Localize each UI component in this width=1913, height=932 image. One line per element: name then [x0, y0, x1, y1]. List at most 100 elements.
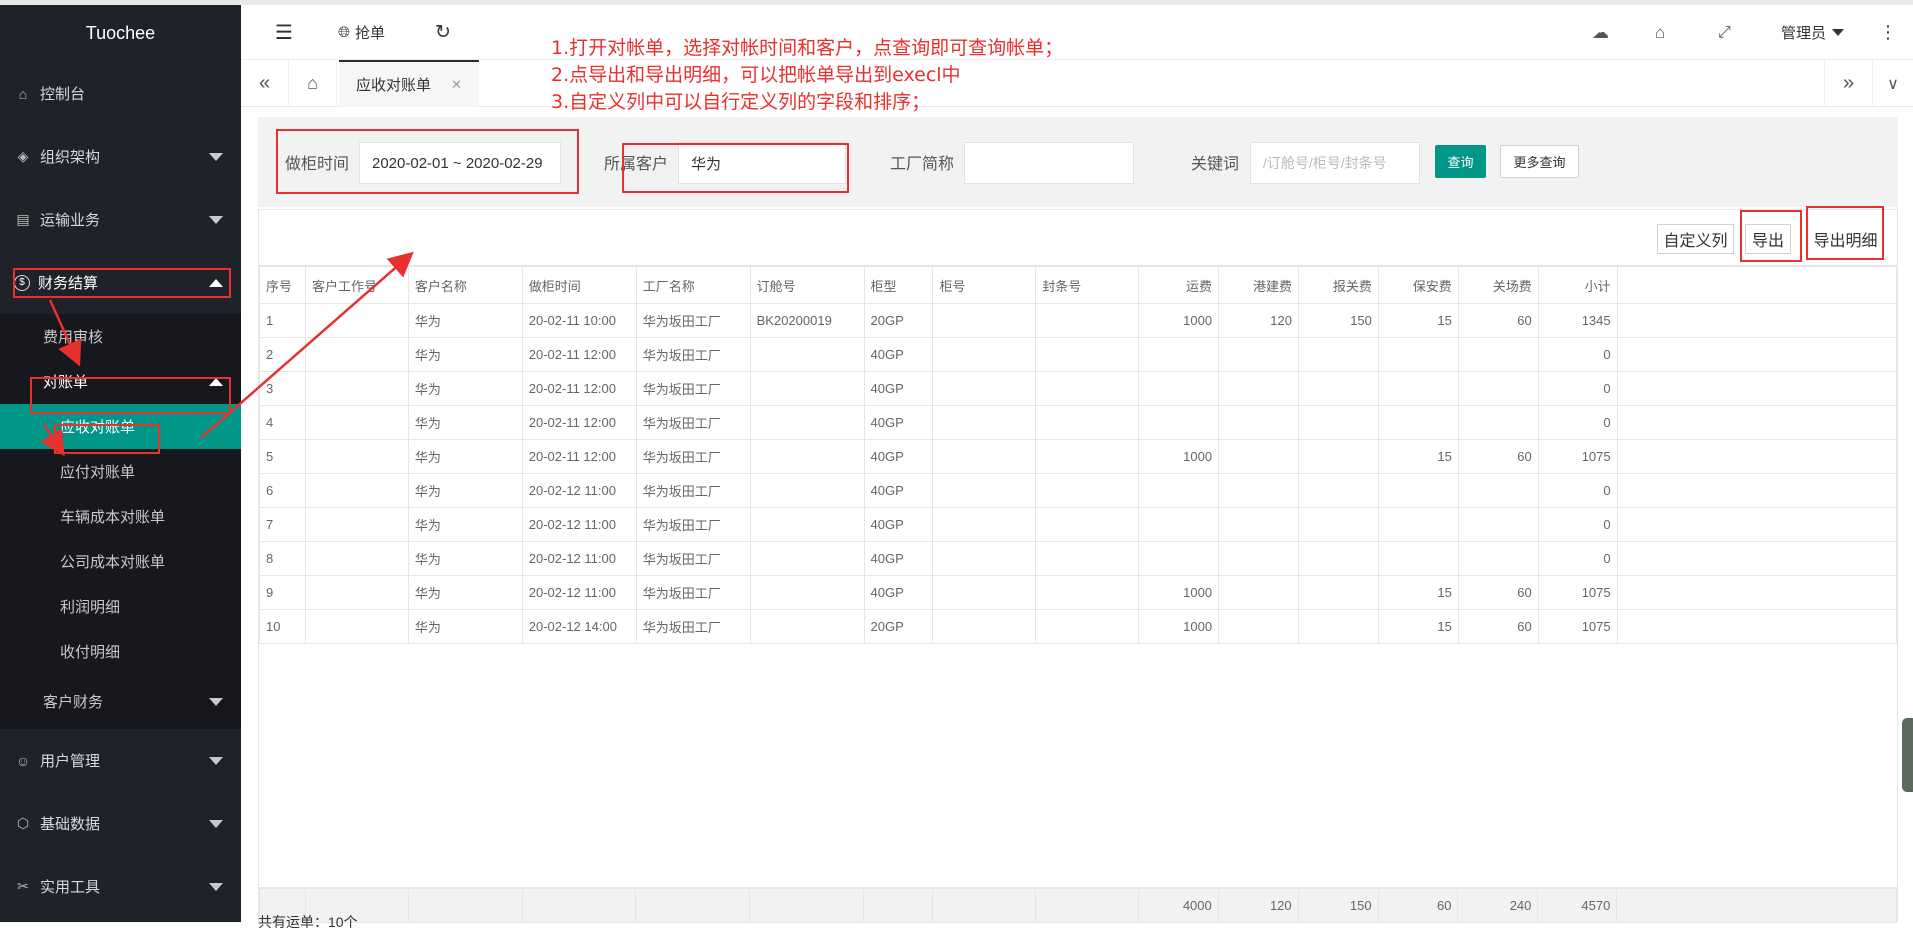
table-row[interactable]: 2 华为 20-02-11 12:00 华为坂田工厂 40GP 0 — [259, 337, 1898, 372]
tag-icon[interactable]: ⌂ — [1655, 5, 1665, 60]
scroll-handle[interactable] — [1902, 718, 1913, 792]
table-row[interactable]: 9 华为 20-02-12 11:00 华为坂田工厂 40GP 1000 15 60 1075 — [259, 575, 1898, 610]
grab-order-button[interactable]: 🌐︎ 抢单 — [338, 5, 385, 60]
table-row[interactable]: 5 华为 20-02-11 12:00 华为坂田工厂 40GP 1000 15 60 1075 — [259, 439, 1898, 474]
sidebar-item-statements[interactable]: 对账单 — [0, 359, 241, 404]
column-header[interactable]: 港建费 — [1218, 266, 1299, 304]
chevron-down-icon — [209, 697, 223, 706]
table-cell — [1035, 473, 1140, 508]
table-cell: 0 — [1537, 473, 1618, 508]
table-cell: 6 — [259, 473, 306, 508]
cell-spacer — [1616, 337, 1898, 372]
tabs-scroll-left-icon[interactable]: « — [241, 60, 289, 107]
column-header[interactable]: 报关费 — [1297, 266, 1379, 304]
home-tab-icon[interactable]: ⌂ — [289, 60, 337, 107]
fullscreen-icon[interactable]: ⤢ — [1718, 5, 1731, 60]
sidebar-item-basic-data[interactable]: ⬡ 基础数据 — [0, 792, 241, 855]
column-header[interactable]: 关场费 — [1457, 266, 1539, 304]
table-row[interactable]: 8 华为 20-02-12 11:00 华为坂田工厂 40GP 0 — [259, 541, 1898, 576]
column-header[interactable]: 订舱号 — [749, 266, 865, 304]
table-cell: 7 — [259, 507, 306, 542]
sidebar-item-label: 基础数据 — [40, 816, 101, 833]
table-row[interactable]: 7 华为 20-02-12 11:00 华为坂田工厂 40GP 0 — [259, 507, 1898, 542]
table-cell: 10 — [259, 609, 306, 644]
chevron-down-icon — [209, 152, 223, 161]
sidebar-item-receivable-statement[interactable]: 应收对账单 — [0, 404, 241, 449]
menu-toggle-icon[interactable]: ☰ — [275, 5, 293, 60]
query-button[interactable]: 查询 — [1435, 145, 1486, 178]
customer-select[interactable]: 华为 — [678, 142, 846, 184]
table-cell — [1297, 575, 1379, 610]
total-cell: 120 — [1217, 888, 1299, 923]
date-range-input[interactable]: 2020-02-01 ~ 2020-02-29 — [359, 142, 561, 184]
sidebar-item-label: 控制台 — [40, 86, 86, 103]
sidebar-item-company-cost[interactable]: 公司成本对账单 — [0, 539, 241, 584]
sidebar-item-vehicle-cost[interactable]: 车辆成本对账单 — [0, 494, 241, 539]
table-cell — [1138, 337, 1220, 372]
table-row[interactable]: 6 华为 20-02-12 11:00 华为坂田工厂 40GP 0 — [259, 473, 1898, 508]
column-header[interactable]: 工厂名称 — [635, 266, 751, 304]
sidebar-item-payable-statement[interactable]: 应付对账单 — [0, 449, 241, 494]
refresh-icon[interactable]: ↻ — [435, 5, 451, 60]
table-cell — [1218, 439, 1299, 474]
more-query-button[interactable]: 更多查询 — [1500, 145, 1579, 178]
sidebar-item-tools[interactable]: ✂ 实用工具 — [0, 855, 241, 918]
column-header[interactable]: 封条号 — [1035, 266, 1140, 304]
layers-icon: ◈ — [17, 148, 29, 164]
column-header[interactable]: 柜型 — [863, 266, 934, 304]
finance-submenu: 费用审核 对账单 应收对账单 应付对账单 车辆成本对账单 公司成本对账单 利润明… — [0, 314, 241, 729]
brand-logo[interactable]: Tuochee — [0, 5, 241, 62]
sidebar-item-users[interactable]: ☺ 用户管理 — [0, 729, 241, 792]
column-header[interactable]: 小计 — [1537, 266, 1618, 304]
export-button[interactable]: 导出 — [1745, 224, 1791, 254]
table-cell — [749, 473, 865, 508]
custom-columns-button[interactable]: 自定义列 — [1657, 224, 1734, 254]
table-cell: 华为坂田工厂 — [635, 609, 751, 644]
tab-label: 应收对账单 — [356, 77, 432, 94]
column-header[interactable]: 客户名称 — [407, 266, 523, 304]
tabs-scroll-right-icon[interactable]: » — [1824, 60, 1872, 107]
table-cell — [932, 575, 1037, 610]
sidebar-item-customer-finance[interactable]: 客户财务 — [0, 674, 241, 729]
factory-input[interactable] — [964, 142, 1134, 184]
close-icon[interactable]: ✕ — [451, 77, 462, 93]
cube-icon: ⬡ — [16, 815, 30, 831]
chat-icon[interactable]: ☁ — [1592, 5, 1609, 60]
table-cell — [749, 405, 865, 440]
chevron-down-icon[interactable]: ∨ — [1872, 60, 1913, 107]
table-row[interactable]: 1 华为 20-02-11 10:00 华为坂田工厂 BK20200019 20GP 100… — [259, 303, 1898, 338]
table-cell: 15 — [1377, 303, 1459, 338]
sidebar-item-expense-review[interactable]: 费用审核 — [0, 314, 241, 359]
column-header[interactable]: 做柜时间 — [521, 266, 637, 304]
table-cell: 0 — [1537, 541, 1618, 576]
table-row[interactable]: 10 华为 20-02-12 14:00 华为坂田工厂 20GP 1000 15 60 1075 — [259, 609, 1898, 644]
table-cell — [1297, 439, 1379, 474]
export-detail-button[interactable]: 导出明细 — [1806, 224, 1885, 254]
dollar-icon: $ — [14, 274, 30, 291]
table-cell — [304, 609, 409, 644]
more-vert-icon[interactable]: ⋮ — [1879, 5, 1897, 60]
table-cell — [1138, 371, 1220, 406]
keyword-input[interactable]: /订舱号/柜号/封条号 — [1250, 142, 1420, 184]
table-row[interactable]: 4 华为 20-02-11 12:00 华为坂田工厂 40GP 0 — [259, 405, 1898, 440]
table-row[interactable]: 3 华为 20-02-11 12:00 华为坂田工厂 40GP 0 — [259, 371, 1898, 406]
sidebar-item-finance[interactable]: $ 财务结算 — [0, 251, 241, 314]
table-cell — [1035, 507, 1140, 542]
sidebar-item-dashboard[interactable]: ⌂ 控制台 — [0, 62, 241, 125]
table-cell — [749, 439, 865, 474]
admin-menu[interactable]: 管理员 — [1781, 5, 1845, 60]
table-cell — [1035, 439, 1140, 474]
column-header[interactable]: 客户工作号 — [304, 266, 409, 304]
sidebar-item-organization[interactable]: ◈ 组织架构 — [0, 125, 241, 188]
table-cell: 华为坂田工厂 — [635, 371, 751, 406]
column-header[interactable]: 序号 — [259, 266, 306, 304]
column-header[interactable]: 柜号 — [932, 266, 1037, 304]
column-header[interactable]: 运费 — [1138, 266, 1220, 304]
tab-receivable-statement[interactable]: 应收对账单 ✕ — [339, 60, 479, 107]
annotation-line: 2.点导出和导出明细，可以把帐单导出到execl中 — [551, 64, 961, 86]
sidebar-item-payment-detail[interactable]: 收付明细 — [0, 629, 241, 674]
column-header[interactable]: 保安费 — [1377, 266, 1459, 304]
sidebar-item-transport[interactable]: ▤ 运输业务 — [0, 188, 241, 251]
sidebar-item-profit-detail[interactable]: 利润明细 — [0, 584, 241, 629]
table-header-row: 序号 客户工作号 客户名称 做柜时间 工厂名称 订舱号 柜型 柜号 封条号 运费 港建费 报关费 保安费… — [259, 266, 1898, 304]
